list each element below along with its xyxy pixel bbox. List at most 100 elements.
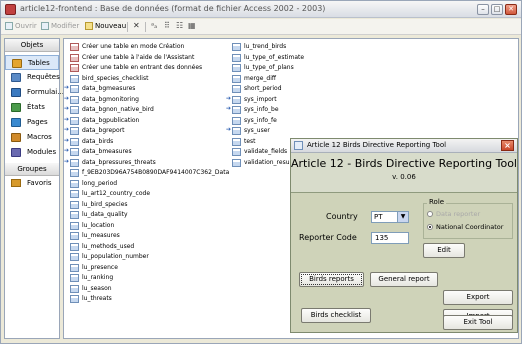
table-list-item[interactable]: data_bgmeasures <box>64 83 229 95</box>
table-icon <box>232 148 241 156</box>
table-list-item[interactable]: data_bmeasures <box>64 146 229 158</box>
table-list-item[interactable]: lu_presence <box>68 263 229 274</box>
table-list-item[interactable]: lu_population_number <box>68 252 229 263</box>
dialog-close-button[interactable]: × <box>501 140 514 151</box>
table-icon <box>232 137 241 146</box>
objects-item-forms[interactable]: Formulai... <box>5 85 64 100</box>
macros-icon <box>11 133 21 142</box>
table-list-item[interactable]: sys_user <box>226 125 304 137</box>
list-view-icon[interactable]: ☷ <box>176 21 183 30</box>
table-list-item[interactable]: data_bgmonitoring <box>64 94 229 106</box>
table-list-item[interactable]: lu_ranking <box>68 273 229 284</box>
table-list-item[interactable]: data_birds <box>64 136 229 148</box>
forms-icon <box>11 88 21 97</box>
birds-reports-button[interactable]: Birds reports <box>299 272 364 287</box>
details-view-icon[interactable]: ▦ <box>188 21 196 30</box>
table-name: validate_fields <box>244 148 288 155</box>
table-list-item[interactable]: data_bpressures_threats <box>64 157 229 169</box>
table-list-item[interactable]: long_period <box>68 179 229 190</box>
table-list-item[interactable]: sys_import <box>226 94 304 106</box>
edit-button[interactable]: Edit <box>423 243 465 258</box>
large-icons-icon[interactable]: ᵃₐ <box>151 21 157 30</box>
dialog-title-bar: Article 12 Birds Directive Reporting Too… <box>291 139 517 153</box>
country-select[interactable]: PT ▼ <box>371 211 409 223</box>
table-list-item[interactable]: sys_info_be <box>226 104 304 116</box>
role-option-national-coordinator[interactable]: National Coordinator <box>427 223 503 231</box>
table-list-item[interactable]: lu_type_of_estimate <box>230 53 304 64</box>
new-button[interactable]: Nouveau <box>85 22 126 30</box>
modify-button[interactable]: Modifier <box>41 22 79 30</box>
table-name: lu_bird_species <box>82 200 128 208</box>
table-list-item[interactable]: lu_art12_country_code <box>68 189 229 200</box>
table-icon <box>70 295 79 303</box>
dialog-title: Article 12 Birds Directive Reporting Too… <box>307 141 447 149</box>
table-list-item[interactable]: lu_measures <box>68 231 229 242</box>
table-list-item[interactable]: bird_species_checklist <box>68 74 229 85</box>
table-list-item[interactable]: Créer une table en entrant des données <box>68 63 229 74</box>
table-list-item[interactable]: data_bgpublication <box>64 115 229 127</box>
table-icon <box>70 200 79 209</box>
reporter-code-field[interactable]: 135 <box>371 232 409 244</box>
table-name: sys_info_be <box>244 106 279 113</box>
table-list-item[interactable]: data_bgnon_native_bird <box>64 104 229 116</box>
table-list-item[interactable]: lu_type_of_plans <box>230 63 304 74</box>
objects-item-macros[interactable]: Macros <box>5 130 59 145</box>
exit-tool-button[interactable]: Exit Tool <box>443 315 513 330</box>
small-icons-icon[interactable]: ⠿ <box>164 21 170 30</box>
access-app-icon <box>5 4 16 15</box>
general-report-button[interactable]: General report <box>370 272 438 287</box>
export-button[interactable]: Export <box>443 290 513 305</box>
objects-header[interactable]: Objets <box>5 39 59 52</box>
table-list-item[interactable]: lu_bird_species <box>68 200 229 211</box>
linked-table-icon <box>64 94 79 104</box>
table-icon <box>70 263 79 272</box>
table-list-item[interactable]: sys_info_fe <box>230 116 304 127</box>
table-name: lu_season <box>82 284 112 292</box>
modules-icon <box>11 148 21 157</box>
open-icon <box>5 22 13 30</box>
objects-item-tables[interactable]: Tables <box>5 55 59 70</box>
objects-pane: Objets Tables Requêtes Formulai... États… <box>4 38 64 339</box>
table-list-item[interactable]: lu_threats <box>68 294 229 305</box>
role-option-data-reporter[interactable]: Data reporter <box>427 210 480 218</box>
table-name: lu_population_number <box>82 253 149 260</box>
table-list-item[interactable]: lu_data_quality <box>68 210 229 221</box>
maximize-button[interactable]: □ <box>491 4 503 15</box>
table-list-item[interactable]: lu_trend_birds <box>230 42 304 53</box>
objects-item-reports[interactable]: États <box>5 100 59 115</box>
table-icon <box>232 53 241 62</box>
table-list-item[interactable]: lu_season <box>68 284 229 295</box>
table-name: data_bgmonitoring <box>82 95 139 103</box>
objects-item-modules[interactable]: Modules <box>5 145 59 160</box>
table-list-item[interactable]: lu_methods_used <box>68 242 229 253</box>
minimize-button[interactable]: – <box>477 4 489 15</box>
table-icon <box>232 116 241 125</box>
favorites-group[interactable]: Favoris <box>5 176 59 190</box>
chevron-down-icon[interactable]: ▼ <box>397 212 408 222</box>
table-icon <box>70 232 79 240</box>
country-value: PT <box>374 213 383 221</box>
table-list-item[interactable]: Créer une table en mode Création <box>68 42 229 53</box>
objects-item-pages[interactable]: Pages <box>5 115 59 130</box>
groups-header[interactable]: Groupes <box>5 163 59 176</box>
delete-icon[interactable]: ✕ <box>133 21 140 30</box>
objects-item-queries[interactable]: Requêtes <box>5 70 60 85</box>
radio-selected-icon <box>427 224 433 230</box>
close-button[interactable]: ✕ <box>505 4 517 15</box>
table-name: data_bgnon_native_bird <box>82 106 154 113</box>
table-list-item[interactable]: f_9EB203D96A754B0890DAF9414007C362_Data <box>68 168 229 179</box>
open-button[interactable]: Ouvrir <box>5 22 37 30</box>
table-list-item[interactable]: Créer une table à l'aide de l'Assistant <box>68 53 229 64</box>
favorites-folder-icon <box>11 179 21 187</box>
toolbar-separator <box>127 22 128 32</box>
role-option-label: National Coordinator <box>436 223 504 231</box>
table-name: lu_trend_birds <box>244 43 287 50</box>
table-list-item[interactable]: lu_location <box>68 221 229 232</box>
reports-icon <box>11 103 21 112</box>
table-list-item[interactable]: data_bgreport <box>64 125 229 137</box>
table-list-item[interactable]: merge_diff <box>230 74 304 85</box>
title-bar: article12-frontend : Base de données (fo… <box>1 1 521 18</box>
table-name: test <box>244 137 256 145</box>
birds-checklist-button[interactable]: Birds checklist <box>301 308 371 323</box>
table-list-item[interactable]: short_period <box>230 84 304 95</box>
